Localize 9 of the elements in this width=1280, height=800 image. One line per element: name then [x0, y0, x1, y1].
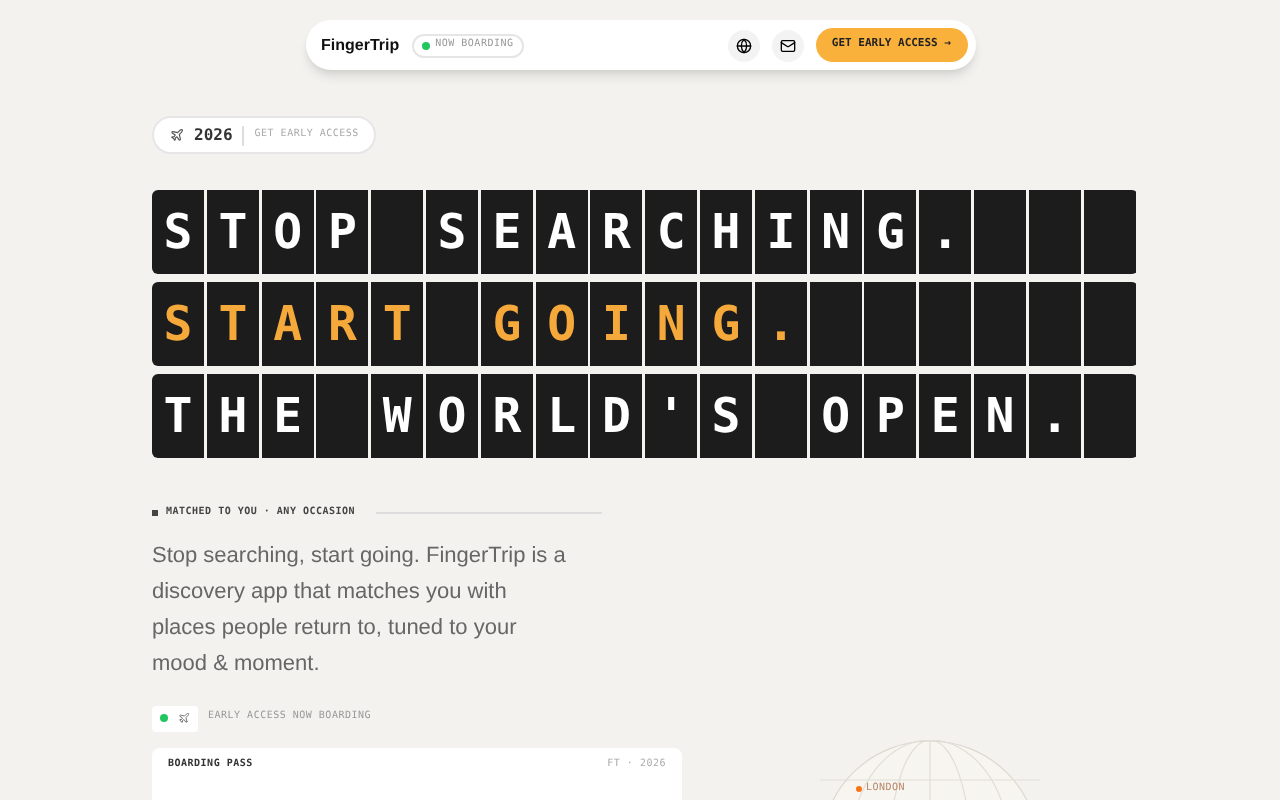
- brand-name[interactable]: FingerTrip: [321, 33, 400, 57]
- intro-paragraph: Stop searching, start going. FingerTrip is a discovery app that matches you with places people return to, tuned to your mood & moment.: [152, 541, 568, 679]
- globe-icon: [735, 37, 752, 53]
- plane-icon: [170, 128, 184, 142]
- badge-year: 2026: [194, 123, 233, 147]
- plane-icon: [178, 712, 190, 724]
- globe-button[interactable]: [727, 29, 760, 61]
- mail-button[interactable]: [771, 29, 804, 61]
- mail-icon: [779, 37, 796, 53]
